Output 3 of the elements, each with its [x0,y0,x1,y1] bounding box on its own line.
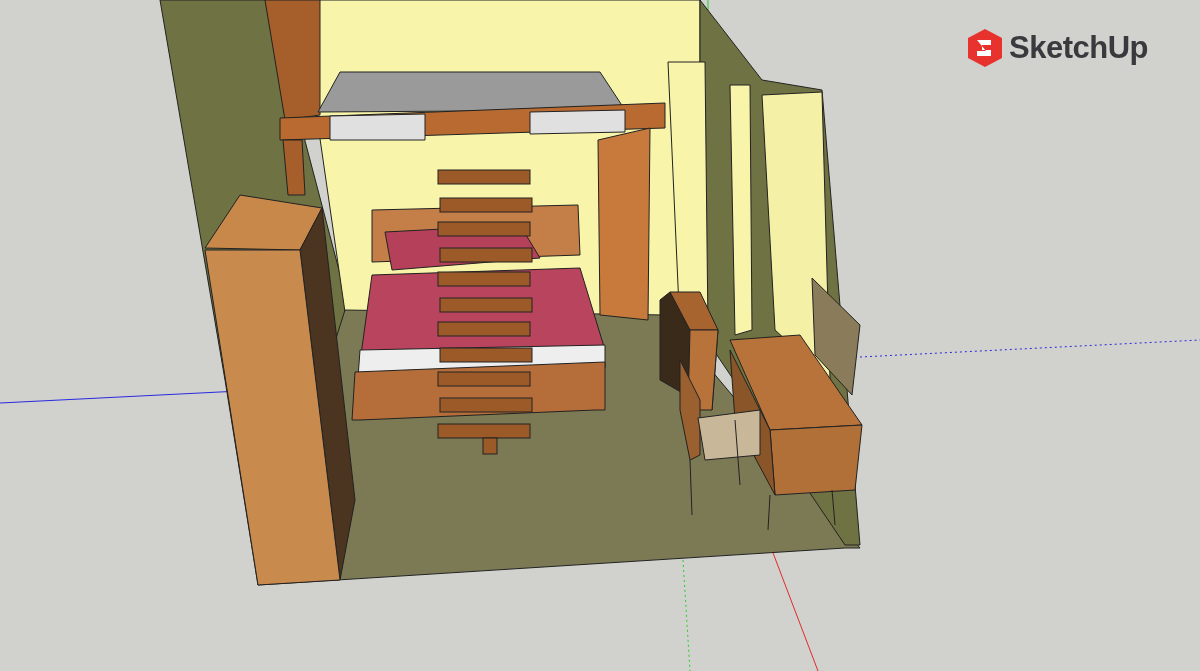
logo-icon [967,28,1003,68]
model-viewport[interactable]: SketchUp [0,0,1200,671]
logo-text: SketchUp [1009,30,1148,66]
